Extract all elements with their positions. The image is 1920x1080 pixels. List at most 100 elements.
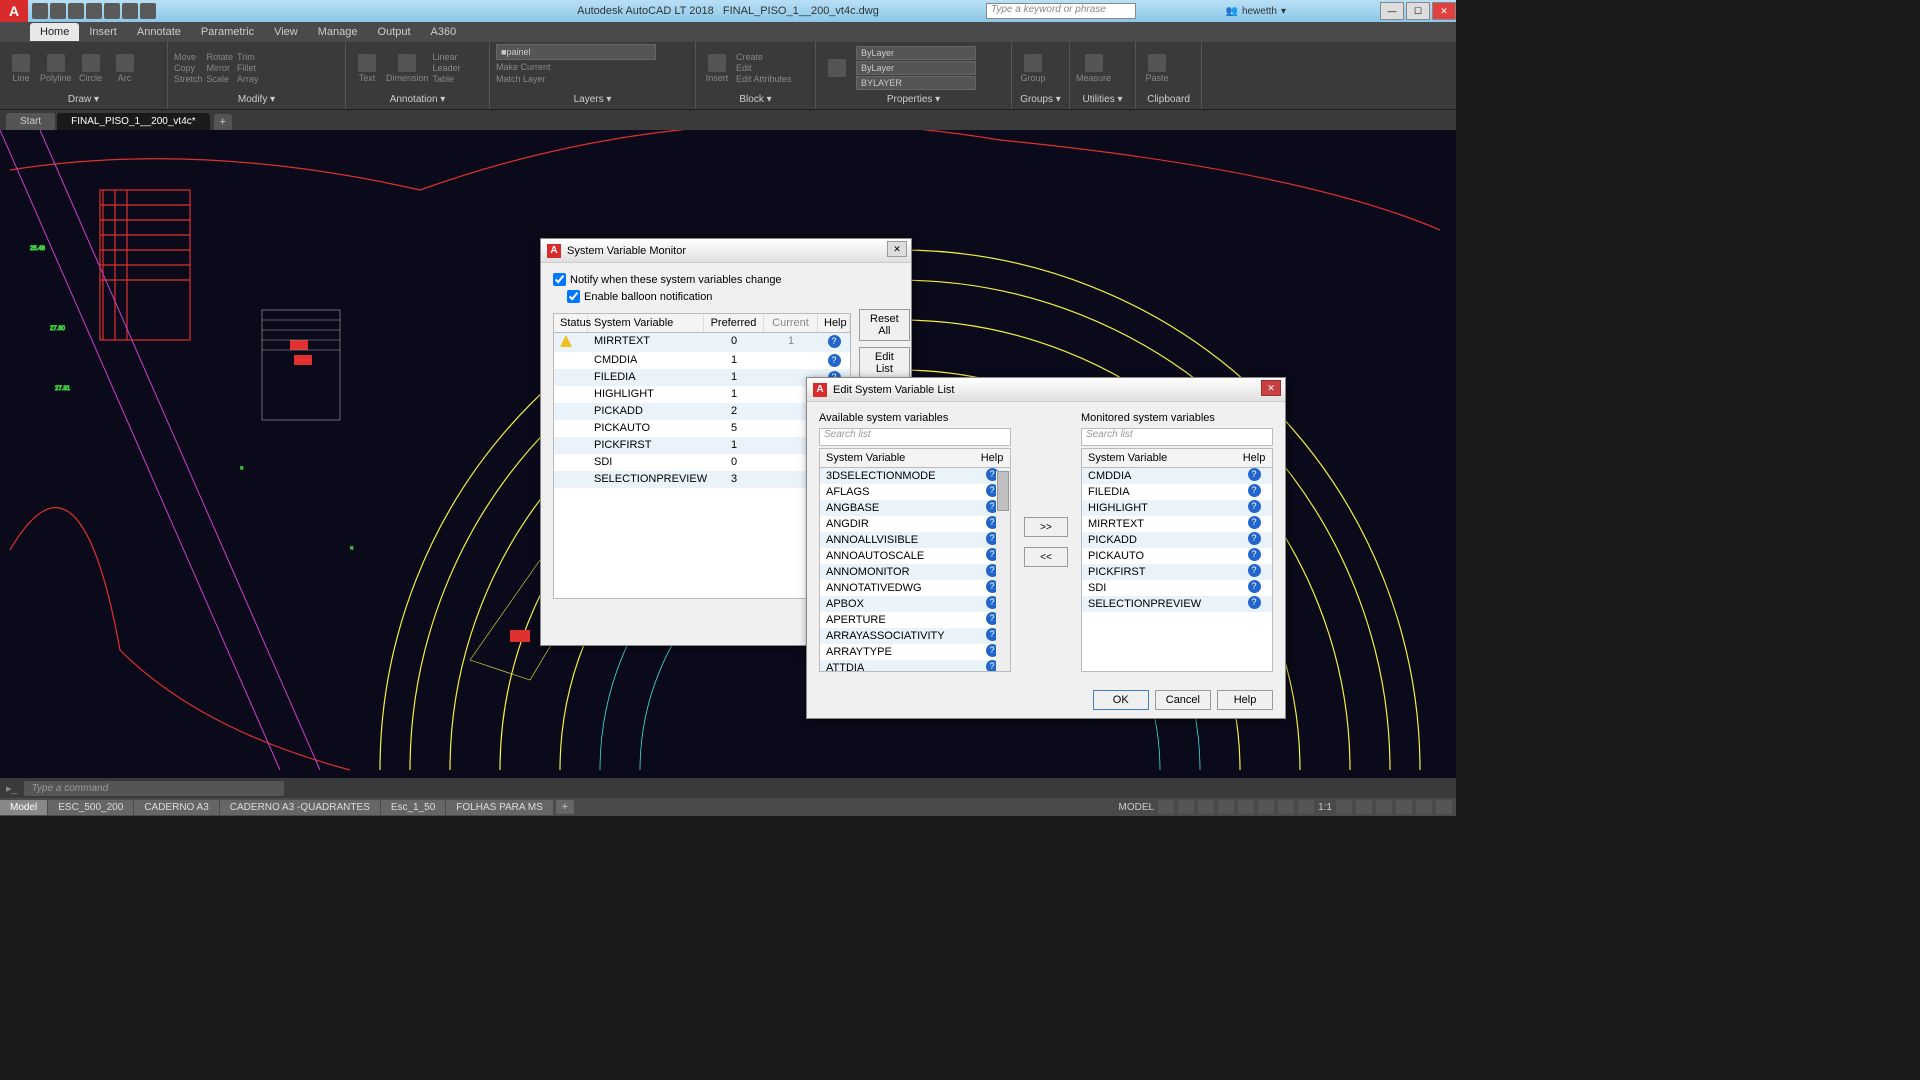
- file-tab-start[interactable]: Start: [6, 113, 55, 130]
- layout-tab[interactable]: Esc_1_50: [381, 800, 445, 815]
- panel-block-title[interactable]: Block ▾: [702, 92, 809, 107]
- layer-dropdown[interactable]: ■ painel: [496, 44, 656, 60]
- available-scrollbar[interactable]: [996, 471, 1010, 671]
- layout-tab-model[interactable]: Model: [0, 800, 47, 815]
- snap-toggle-icon[interactable]: [1178, 800, 1194, 814]
- workspace-icon[interactable]: [1336, 800, 1352, 814]
- col-current[interactable]: Current: [764, 314, 818, 332]
- lineweight-dropdown[interactable]: ByLayer: [856, 61, 976, 75]
- layout-tab[interactable]: CADERNO A3: [134, 800, 218, 815]
- help-icon[interactable]: ?: [1248, 564, 1261, 577]
- svm-title-bar[interactable]: A System Variable Monitor ✕: [541, 239, 911, 263]
- available-item[interactable]: ANNOTATIVEDWG?: [820, 580, 1010, 596]
- hardware-accel-icon[interactable]: [1396, 800, 1412, 814]
- col-variable[interactable]: System Variable: [588, 314, 704, 332]
- panel-draw-title[interactable]: Draw ▾: [6, 92, 161, 107]
- available-search[interactable]: Search list: [819, 428, 1011, 446]
- help-icon[interactable]: ?: [1248, 580, 1261, 593]
- available-item[interactable]: ANNOMONITOR?: [820, 564, 1010, 580]
- svm-row[interactable]: CMDDIA1?: [554, 352, 850, 369]
- help-icon[interactable]: ?: [1248, 500, 1261, 513]
- maximize-button[interactable]: ☐: [1406, 2, 1430, 20]
- col-preferred[interactable]: Preferred: [704, 314, 764, 332]
- add-button[interactable]: >>: [1024, 517, 1068, 537]
- tab-annotate[interactable]: Annotate: [127, 23, 191, 41]
- customize-icon[interactable]: [1436, 800, 1452, 814]
- tab-parametric[interactable]: Parametric: [191, 23, 264, 41]
- panel-groups-title[interactable]: Groups ▾: [1018, 92, 1063, 107]
- monitored-item[interactable]: PICKFIRST?: [1082, 564, 1272, 580]
- help-icon[interactable]: ?: [1248, 516, 1261, 529]
- tab-manage[interactable]: Manage: [308, 23, 368, 41]
- table-tool[interactable]: Table: [433, 74, 461, 84]
- add-layout-button[interactable]: +: [556, 800, 574, 814]
- polyline-tool[interactable]: Polyline: [40, 54, 72, 83]
- monitored-list[interactable]: System VariableHelp CMDDIA?FILEDIA?HIGHL…: [1081, 448, 1273, 672]
- transparency-toggle-icon[interactable]: [1298, 800, 1314, 814]
- fillet-tool[interactable]: Fillet: [237, 63, 259, 73]
- isolate-icon[interactable]: [1376, 800, 1392, 814]
- col-status[interactable]: Status: [554, 314, 588, 332]
- measure-tool[interactable]: Measure: [1076, 54, 1111, 83]
- esvl-help-button[interactable]: Help: [1217, 690, 1273, 710]
- available-item[interactable]: ATTDIA?: [820, 660, 1010, 672]
- col-help[interactable]: Help: [818, 314, 850, 332]
- help-icon[interactable]: ?: [1248, 484, 1261, 497]
- anno-monitor-icon[interactable]: [1356, 800, 1372, 814]
- line-tool[interactable]: Line: [6, 54, 36, 83]
- paste-tool[interactable]: Paste: [1142, 54, 1172, 83]
- move-tool[interactable]: Move: [174, 52, 203, 62]
- insert-tool[interactable]: Insert: [702, 54, 732, 83]
- available-list[interactable]: System VariableHelp 3DSELECTIONMODE?AFLA…: [819, 448, 1011, 672]
- qat-redo-icon[interactable]: [140, 3, 156, 19]
- mirror-tool[interactable]: Mirror: [207, 63, 234, 73]
- available-item[interactable]: ANNOAUTOSCALE?: [820, 548, 1010, 564]
- qat-new-icon[interactable]: [32, 3, 48, 19]
- available-item[interactable]: APBOX?: [820, 596, 1010, 612]
- file-tab-current[interactable]: FINAL_PISO_1__200_vt4c*: [57, 113, 210, 130]
- polar-toggle-icon[interactable]: [1218, 800, 1234, 814]
- status-model[interactable]: MODEL: [1119, 802, 1155, 813]
- qat-undo-icon[interactable]: [122, 3, 138, 19]
- command-input[interactable]: Type a command: [24, 781, 284, 796]
- monitored-item[interactable]: CMDDIA?: [1082, 468, 1272, 484]
- edit-attr-tool[interactable]: Edit Attributes: [736, 74, 792, 84]
- panel-utilities-title[interactable]: Utilities ▾: [1076, 92, 1129, 107]
- monitored-item[interactable]: SELECTIONPREVIEW?: [1082, 596, 1272, 612]
- array-tool[interactable]: Array: [237, 74, 259, 84]
- esvl-cancel-button[interactable]: Cancel: [1155, 690, 1211, 710]
- create-block-tool[interactable]: Create: [736, 52, 792, 62]
- help-icon[interactable]: ?: [1248, 532, 1261, 545]
- clean-screen-icon[interactable]: [1416, 800, 1432, 814]
- help-icon[interactable]: ?: [1248, 596, 1261, 609]
- trim-tool[interactable]: Trim: [237, 52, 259, 62]
- help-icon[interactable]: ?: [1248, 548, 1261, 561]
- anno-scale[interactable]: 1:1: [1318, 802, 1332, 813]
- layout-tab[interactable]: FOLHAS PARA MS: [446, 800, 553, 815]
- monitored-item[interactable]: HIGHLIGHT?: [1082, 500, 1272, 516]
- available-item[interactable]: ANGBASE?: [820, 500, 1010, 516]
- tab-view[interactable]: View: [264, 23, 308, 41]
- color-dropdown[interactable]: ByLayer: [856, 46, 976, 60]
- linetype-dropdown[interactable]: BYLAYER: [856, 76, 976, 90]
- match-props-tool[interactable]: [822, 59, 852, 77]
- grid-toggle-icon[interactable]: [1158, 800, 1174, 814]
- leader-tool[interactable]: Leader: [433, 63, 461, 73]
- esvl-close-button[interactable]: ✕: [1261, 380, 1281, 396]
- layout-tab[interactable]: ESC_500_200: [48, 800, 133, 815]
- monitored-item[interactable]: SDI?: [1082, 580, 1272, 596]
- esvl-title-bar[interactable]: A Edit System Variable List ✕: [807, 378, 1285, 402]
- arc-tool[interactable]: Arc: [110, 54, 140, 83]
- monitored-item[interactable]: MIRRTEXT?: [1082, 516, 1272, 532]
- esvl-ok-button[interactable]: OK: [1093, 690, 1149, 710]
- command-line[interactable]: ▸_ Type a command: [0, 778, 1456, 798]
- balloon-checkbox[interactable]: Enable balloon notification: [567, 290, 899, 303]
- close-button[interactable]: ✕: [1432, 2, 1456, 20]
- copy-tool[interactable]: Copy: [174, 63, 203, 73]
- help-icon[interactable]: ?: [828, 335, 841, 348]
- new-tab-button[interactable]: +: [214, 114, 232, 130]
- available-item[interactable]: ARRAYTYPE?: [820, 644, 1010, 660]
- panel-annotation-title[interactable]: Annotation ▾: [352, 92, 483, 107]
- circle-tool[interactable]: Circle: [76, 54, 106, 83]
- osnap-toggle-icon[interactable]: [1238, 800, 1254, 814]
